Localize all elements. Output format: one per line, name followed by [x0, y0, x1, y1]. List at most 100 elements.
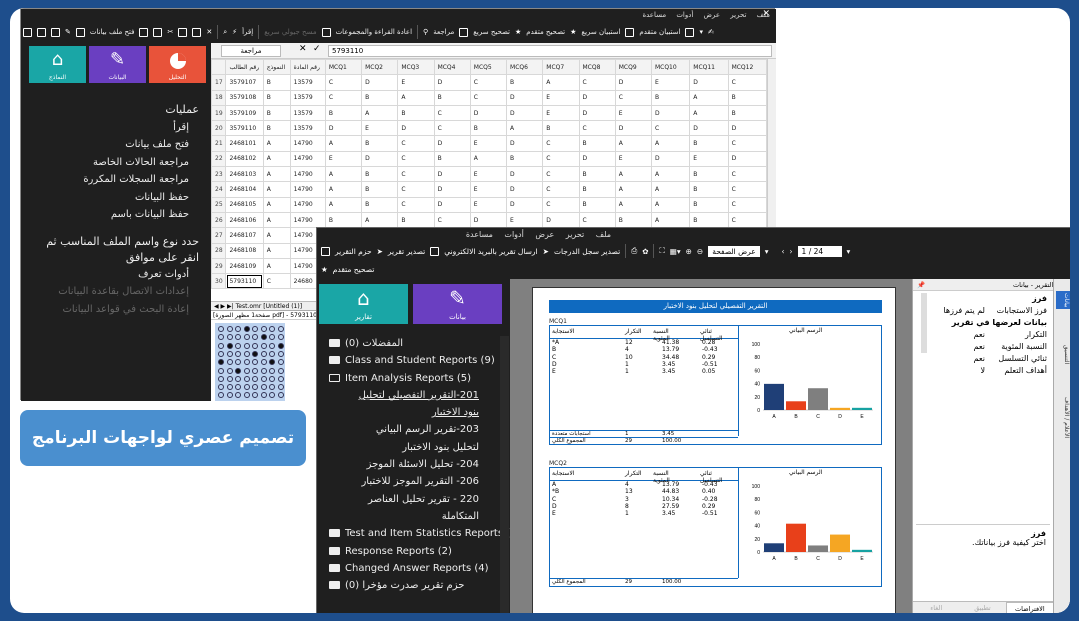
op-review-special[interactable]: مراجعة الحالات الخاصة — [29, 154, 199, 172]
grid-cell[interactable]: B — [506, 150, 544, 168]
grid-cell[interactable]: B — [324, 211, 363, 229]
grid-cell[interactable]: D — [506, 196, 544, 213]
grid-cell[interactable]: D — [689, 74, 729, 91]
grid-cell[interactable]: A — [614, 166, 652, 183]
grid-cell[interactable]: A — [542, 74, 580, 91]
grid-cell[interactable]: C — [727, 211, 767, 229]
grid-cell[interactable]: 3579109 — [225, 104, 264, 122]
grid-cell[interactable]: D — [469, 104, 508, 122]
prev-page-icon[interactable]: ‹ — [782, 247, 785, 256]
property-value[interactable]: نعم — [974, 341, 985, 353]
star-icon[interactable]: ★ — [321, 265, 328, 274]
analysis-tile[interactable]: التحليل — [149, 46, 206, 83]
grid-cell[interactable]: A — [262, 135, 291, 152]
grid-cell[interactable]: D — [542, 211, 580, 229]
grid-cell[interactable]: 3579108 — [225, 89, 264, 106]
grid-cell[interactable]: B — [689, 181, 729, 198]
grid-cell[interactable]: E — [506, 211, 544, 229]
edit-icon[interactable]: ✎ — [65, 28, 71, 36]
table-row[interactable]: 20 3579110 B 13579 D E D C B A B C D C D D — [211, 120, 767, 137]
grid-cell[interactable]: C — [727, 135, 767, 152]
property-row[interactable]: فرز الاستجابات لم يتم فرزها — [929, 305, 1053, 317]
grid-cell[interactable]: B — [689, 166, 729, 183]
grid-cell[interactable]: D — [578, 89, 616, 106]
grid-cell[interactable]: 2468101 — [225, 135, 264, 152]
grid-cell[interactable]: 2468104 — [225, 181, 264, 198]
grid-cell[interactable]: A — [262, 211, 291, 229]
column-header[interactable]: MCQ12 — [727, 59, 767, 76]
menu-tools[interactable]: أدوات — [676, 11, 693, 19]
tree-report-204[interactable]: 204- تحليل الاسئلة الموجز — [329, 456, 479, 473]
tree-folder-item-analysis[interactable]: Item Analysis Reports (5) — [329, 370, 505, 387]
grid-cell[interactable]: A — [650, 135, 691, 152]
grid-cell[interactable]: D — [361, 74, 399, 91]
grid-cell[interactable]: B — [361, 196, 399, 213]
cut-icon[interactable]: ✂ — [167, 28, 173, 36]
grid-cell[interactable]: E — [614, 104, 652, 122]
quick-correct-button[interactable]: تصحيح سريع — [473, 28, 510, 36]
tree-scrollbar[interactable] — [500, 336, 509, 613]
grid-cell[interactable]: C — [578, 120, 616, 137]
grid-cell[interactable]: A — [469, 150, 508, 168]
tree-folder-test-stats[interactable]: Test and Item Statistics Reports (3) — [329, 525, 520, 542]
menu-tools[interactable]: أدوات — [504, 230, 523, 239]
grid-cell[interactable]: D — [397, 120, 435, 137]
fullscreen-icon[interactable]: ⛶ — [659, 246, 664, 256]
grid-cell[interactable]: B — [578, 135, 616, 152]
column-header[interactable]: MCQ4 — [433, 59, 471, 76]
grid-cell[interactable]: 2468105 — [225, 196, 264, 213]
email-icon[interactable] — [153, 27, 163, 37]
grid-cell[interactable]: C — [397, 181, 435, 198]
grid-cell[interactable]: E — [469, 166, 508, 183]
save-icon[interactable] — [23, 27, 32, 37]
table-row[interactable]: 25 2468105 A 14790 A B C D E D C B A A B C — [211, 196, 767, 213]
column-header[interactable]: رقم المادة — [289, 59, 326, 76]
grid-cell[interactable]: A — [361, 211, 399, 229]
grid-cell[interactable]: D — [433, 196, 471, 213]
bolt-icon[interactable]: ⚡ — [232, 28, 237, 36]
grid-cell[interactable]: E — [542, 104, 580, 122]
grid-cell[interactable]: E — [542, 89, 580, 106]
column-header[interactable]: النموذج — [262, 59, 291, 76]
menu-help[interactable]: مساعدة — [642, 11, 666, 19]
table-row[interactable]: 17 3579107 B 13579 C D E D C B A C D E D C — [211, 74, 767, 91]
grid-cell[interactable]: 2468107 — [225, 227, 264, 244]
survey-icon[interactable] — [625, 27, 635, 37]
property-row[interactable]: ثنائي التسلسل نعم — [929, 353, 1053, 365]
grid-cell[interactable]: C — [727, 181, 767, 198]
page-counter[interactable]: 1 / 24 — [797, 245, 842, 257]
chevron-down-icon[interactable]: ▾ — [847, 247, 851, 256]
review-button[interactable]: مراجعة — [433, 28, 454, 36]
grid-cell[interactable]: 2468103 — [225, 166, 264, 183]
grid-cell[interactable]: D — [433, 74, 471, 91]
confirm-icon[interactable]: ✓ — [313, 44, 321, 54]
advanced-correct-button[interactable]: تصحيح متقدم — [333, 265, 375, 274]
zoom-in-icon[interactable]: ⊕ — [686, 247, 692, 256]
sheet-nav-icon[interactable]: ◀ ▶ ▶| — [214, 303, 234, 310]
grid-cell[interactable]: E — [469, 135, 508, 152]
cell-value-input[interactable]: 5793110 — [328, 45, 772, 57]
grid-cell[interactable]: C — [469, 89, 508, 106]
grid-cell[interactable]: C — [614, 89, 652, 106]
report-pack-button[interactable]: حزم التقرير — [335, 247, 372, 256]
tree-folder-favorites[interactable]: المفضلات (0) — [329, 335, 505, 352]
grid-cell[interactable]: 14790 — [289, 150, 326, 168]
open-file-button[interactable]: فتح ملف بيانات — [90, 28, 135, 36]
grid-cell[interactable]: D — [506, 89, 544, 106]
grid-cell[interactable]: C — [578, 74, 616, 91]
grid-cell[interactable]: A — [650, 211, 691, 229]
custom-correct-button[interactable]: تصحيح متقدم — [526, 28, 565, 36]
property-value[interactable]: لا — [980, 365, 985, 377]
delete-icon[interactable]: ✕ — [206, 28, 212, 36]
menu-file[interactable]: ملف — [596, 230, 611, 239]
grid-cell[interactable]: A — [614, 135, 652, 152]
grid-cell[interactable]: E — [650, 74, 691, 91]
grid-cell[interactable]: B — [650, 89, 691, 106]
grid-cell[interactable]: B — [397, 104, 435, 122]
side-tab-data[interactable]: بيانات — [1056, 291, 1070, 310]
grid-cell[interactable]: A — [650, 196, 691, 213]
grid-cell[interactable]: D — [614, 120, 652, 137]
email-report-button[interactable]: ارسال تقرير بالبريد الالكتروني — [444, 247, 537, 256]
grid-cell[interactable]: 14790 — [289, 181, 326, 198]
grid-cell[interactable]: C — [469, 74, 508, 91]
